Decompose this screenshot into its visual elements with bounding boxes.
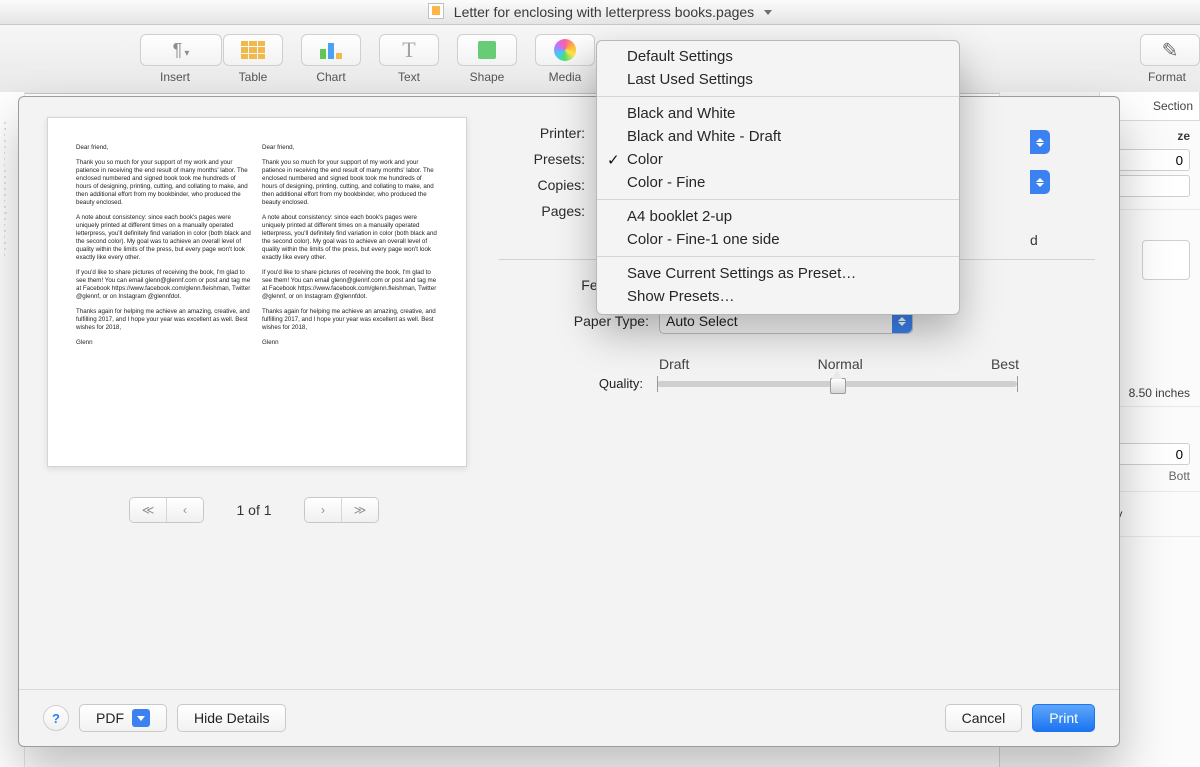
toolbar-format[interactable]: ✎ Format [1140, 34, 1200, 84]
letter-copy-right: Dear friend, Thank you so much for your … [262, 144, 438, 416]
preset-item-default[interactable]: Default Settings [597, 45, 959, 68]
preset-item-color-fine[interactable]: Color - Fine [597, 171, 959, 194]
quality-slider[interactable] [657, 381, 1017, 387]
pilcrow-icon: ¶▾ [173, 40, 190, 61]
toolbar-label: Shape [470, 70, 505, 84]
toolbar-insert[interactable]: ¶▾ Insert [140, 34, 210, 84]
toolbar-label: Media [549, 70, 582, 84]
toolbar-shape[interactable]: Shape [452, 34, 522, 84]
toolbar-label: Chart [316, 70, 345, 84]
pager-count: 1 of 1 [224, 502, 284, 518]
preview-pager: ≪ ‹ 1 of 1 › ≫ [47, 497, 461, 523]
page-width-label: 8.50 inches [1129, 386, 1190, 400]
print-preview-pane: Dear friend, Thank you so much for your … [19, 97, 479, 689]
presets-popup-cap[interactable] [1030, 170, 1050, 194]
presets-label: Presets: [489, 151, 585, 167]
preset-item-color-fine-1side[interactable]: Color - Fine-1 one side [597, 228, 959, 251]
pager-prev-button[interactable]: ‹ [166, 498, 203, 522]
paper-type-value: Auto Select [666, 313, 738, 329]
text-icon: T [402, 37, 415, 63]
format-brush-icon: ✎ [1162, 38, 1179, 63]
pdf-label: PDF [96, 710, 124, 726]
toolbar-media[interactable]: Media [530, 34, 600, 84]
shape-icon [478, 41, 496, 59]
toolbar-label: Format [1148, 70, 1186, 84]
printer-popup-cap[interactable] [1030, 130, 1050, 154]
help-button[interactable]: ? [43, 705, 69, 731]
pdf-dropdown-button[interactable]: PDF [79, 704, 167, 732]
copies-label: Copies: [489, 177, 585, 193]
media-icon [554, 39, 576, 61]
quality-label: Quality: [509, 376, 643, 391]
print-button[interactable]: Print [1032, 704, 1095, 732]
toolbar-label: Insert [160, 70, 190, 84]
table-icon [241, 41, 265, 59]
toolbar-text[interactable]: T Text [374, 34, 444, 84]
toolbar-label: Table [239, 70, 268, 84]
toolbar-chart[interactable]: Chart [296, 34, 366, 84]
print-preview-page: Dear friend, Thank you so much for your … [47, 117, 467, 467]
pager-first-button[interactable]: ≪ [130, 498, 166, 522]
dropdown-caret-icon [132, 709, 150, 727]
document-icon [428, 3, 444, 19]
title-dropdown-caret[interactable] [764, 10, 772, 15]
pager-last-button[interactable]: ≫ [341, 498, 378, 522]
background-swatch[interactable] [1142, 240, 1190, 280]
cancel-button[interactable]: Cancel [945, 704, 1023, 732]
pages-label: Pages: [489, 203, 585, 219]
toolbar-table[interactable]: Table [218, 34, 288, 84]
preset-item-bw-draft[interactable]: Black and White - Draft [597, 125, 959, 148]
printer-label: Printer: [489, 125, 585, 141]
window-title: Letter for enclosing with letterpress bo… [454, 4, 754, 20]
print-dialog-footer: ? PDF Hide Details Cancel Print [19, 689, 1119, 746]
preset-item-show-presets[interactable]: Show Presets… [597, 285, 959, 308]
presets-menu: Default Settings Last Used Settings Blac… [596, 40, 960, 315]
toolbar-label: Text [398, 70, 420, 84]
pager-next-button[interactable]: › [305, 498, 341, 522]
preset-item-last-used[interactable]: Last Used Settings [597, 68, 959, 91]
preset-item-a4-booklet[interactable]: A4 booklet 2-up [597, 205, 959, 228]
preset-item-color[interactable]: Color [597, 148, 959, 171]
paper-type-label: Paper Type: [529, 313, 649, 329]
preset-item-save-current[interactable]: Save Current Settings as Preset… [597, 262, 959, 285]
chart-icon [320, 41, 342, 59]
two-sided-fragment: d [1030, 232, 1038, 248]
quality-slider-knob[interactable] [828, 370, 846, 394]
window-titlebar: Letter for enclosing with letterpress bo… [0, 0, 1200, 25]
hide-details-button[interactable]: Hide Details [177, 704, 286, 732]
letter-copy-left: Dear friend, Thank you so much for your … [76, 144, 252, 416]
preset-item-bw[interactable]: Black and White [597, 102, 959, 125]
